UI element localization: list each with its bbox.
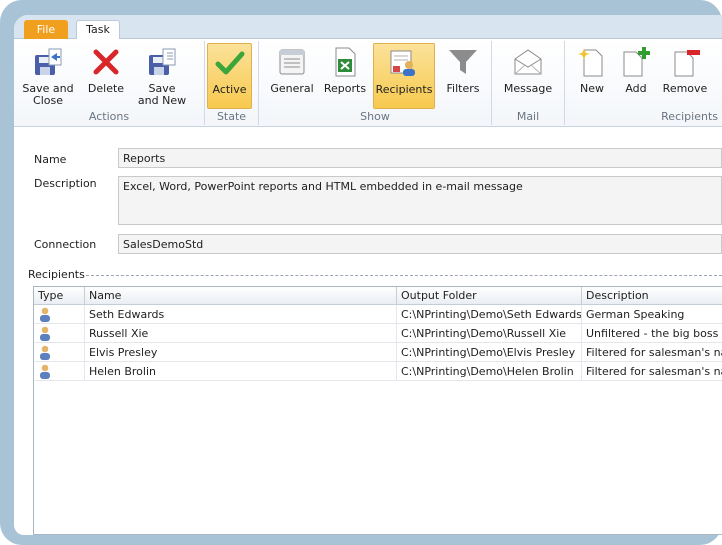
save-and-close-label-2: Close — [33, 94, 63, 107]
delete-icon — [93, 49, 119, 75]
output-folder-cell: C:\NPrinting\Demo\Russell Xie — [397, 324, 582, 343]
group-state: Active State — [205, 41, 259, 125]
recipients-label: Recipients — [375, 83, 433, 96]
output-folder-cell: C:\NPrinting\Demo\Elvis Presley — [397, 343, 582, 362]
column-header-output-folder[interactable]: Output Folder — [397, 287, 582, 305]
name-field[interactable]: Reports — [118, 148, 722, 168]
group-show: General Reports Recipients Filters Show — [259, 41, 492, 125]
output-folder-cell: C:\NPrinting\Demo\Helen Brolin — [397, 362, 582, 381]
type-cell — [34, 305, 85, 324]
group-recipients-label: Recipients — [661, 110, 718, 123]
active-button[interactable]: Active — [207, 43, 252, 109]
save-and-close-button[interactable]: Save and Close — [22, 43, 74, 109]
app-window: File Task Save and Close Delete Save and… — [14, 15, 722, 535]
group-mail-label: Mail — [516, 110, 540, 123]
person-icon — [40, 345, 50, 360]
filter-icon — [449, 50, 477, 74]
output-folder-cell: C:\NPrinting\Demo\Seth Edwards — [397, 305, 582, 324]
name-label: Name — [34, 153, 67, 166]
save-new-icon — [149, 48, 176, 75]
recipients-grid: Type Name Output Folder Description Seth… — [33, 286, 722, 535]
check-icon — [215, 51, 244, 75]
name-cell: Helen Brolin — [85, 362, 397, 381]
add-label: Add — [625, 82, 647, 95]
recipients-section-title: Recipients — [28, 268, 85, 281]
recipients-icon — [390, 50, 415, 76]
connection-field[interactable]: SalesDemoStd — [118, 234, 722, 254]
type-cell — [34, 343, 85, 362]
window-frame: File Task Save and Close Delete Save and… — [0, 0, 722, 545]
table-row[interactable]: Helen Brolin C:\NPrinting\Demo\Helen Bro… — [34, 362, 722, 381]
active-label: Active — [212, 83, 247, 96]
column-header-type[interactable]: Type — [34, 287, 85, 305]
description-label: Description — [34, 177, 97, 190]
name-cell: Elvis Presley — [85, 343, 397, 362]
grid-header: Type Name Output Folder Description — [34, 287, 722, 305]
person-icon — [40, 364, 50, 379]
reports-button[interactable]: Reports — [321, 43, 369, 109]
general-icon — [279, 49, 305, 75]
table-row[interactable]: Elvis Presley C:\NPrinting\Demo\Elvis Pr… — [34, 343, 722, 362]
column-header-name[interactable]: Name — [85, 287, 397, 305]
connection-label: Connection — [34, 238, 97, 251]
description-cell: German Speaking — [586, 308, 685, 321]
group-state-label: State — [216, 110, 247, 123]
person-icon — [40, 307, 50, 322]
delete-label: Delete — [87, 82, 125, 95]
group-actions-label: Actions — [88, 110, 130, 123]
save-close-icon — [35, 48, 62, 75]
message-icon — [514, 49, 542, 75]
remove-doc-icon — [674, 50, 700, 77]
group-show-label: Show — [360, 110, 390, 123]
save-and-new-label-2: and New — [137, 94, 187, 107]
type-cell — [34, 362, 85, 381]
description-cell: Unfiltered - the big boss — [586, 327, 719, 340]
group-mail: Message Mail — [492, 41, 565, 125]
description-field[interactable]: Excel, Word, PowerPoint reports and HTML… — [118, 176, 722, 225]
remove-label: Remove — [662, 82, 708, 95]
name-cell: Seth Edwards — [85, 305, 397, 324]
section-divider — [86, 275, 722, 276]
tab-task[interactable]: Task — [76, 20, 120, 40]
filters-label: Filters — [446, 82, 480, 95]
message-label: Message — [503, 82, 553, 95]
delete-button[interactable]: Delete — [84, 43, 128, 109]
group-actions: Save and Close Delete Save and New Actio… — [14, 41, 205, 125]
table-row[interactable]: Russell Xie C:\NPrinting\Demo\Russell Xi… — [34, 324, 722, 343]
reports-label: Reports — [323, 82, 367, 95]
type-cell — [34, 324, 85, 343]
message-button[interactable]: Message — [498, 43, 558, 109]
general-label: General — [270, 82, 314, 95]
ribbon: Save and Close Delete Save and New Actio… — [14, 39, 722, 127]
recipients-button[interactable]: Recipients — [373, 43, 435, 109]
add-button[interactable]: Add — [615, 43, 657, 109]
filters-button[interactable]: Filters — [441, 43, 485, 109]
general-button[interactable]: General — [269, 43, 315, 109]
person-icon — [40, 326, 50, 341]
description-cell: Filtered for salesman's na — [586, 346, 722, 359]
name-cell: Russell Xie — [85, 324, 397, 343]
new-doc-icon — [578, 49, 603, 77]
column-header-description[interactable]: Description — [582, 287, 722, 305]
reports-icon — [335, 47, 356, 77]
tab-bar: File Task — [14, 15, 722, 40]
remove-button[interactable]: Remove — [659, 43, 711, 109]
new-button[interactable]: New — [571, 43, 613, 109]
new-label: New — [580, 82, 604, 95]
table-row[interactable]: Seth Edwards C:\NPrinting\Demo\Seth Edwa… — [34, 305, 722, 324]
description-cell: Filtered for salesman's na — [586, 365, 722, 378]
group-recipients: New Add Remove Recipients — [565, 41, 722, 125]
add-doc-icon — [623, 47, 650, 77]
tab-file[interactable]: File — [24, 20, 68, 39]
save-and-new-button[interactable]: Save and New — [136, 43, 188, 109]
